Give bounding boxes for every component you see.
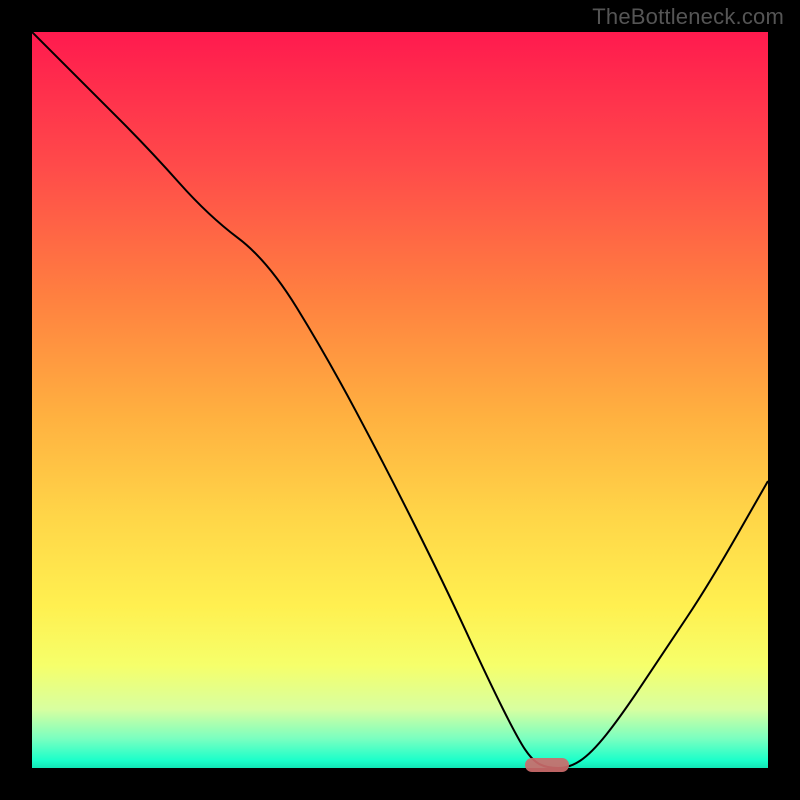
curve-svg	[32, 32, 768, 768]
chart-frame: TheBottleneck.com	[0, 0, 800, 800]
watermark-text: TheBottleneck.com	[592, 4, 784, 30]
bottleneck-curve	[32, 32, 768, 768]
optimal-marker	[525, 758, 569, 772]
plot-area	[32, 32, 768, 768]
